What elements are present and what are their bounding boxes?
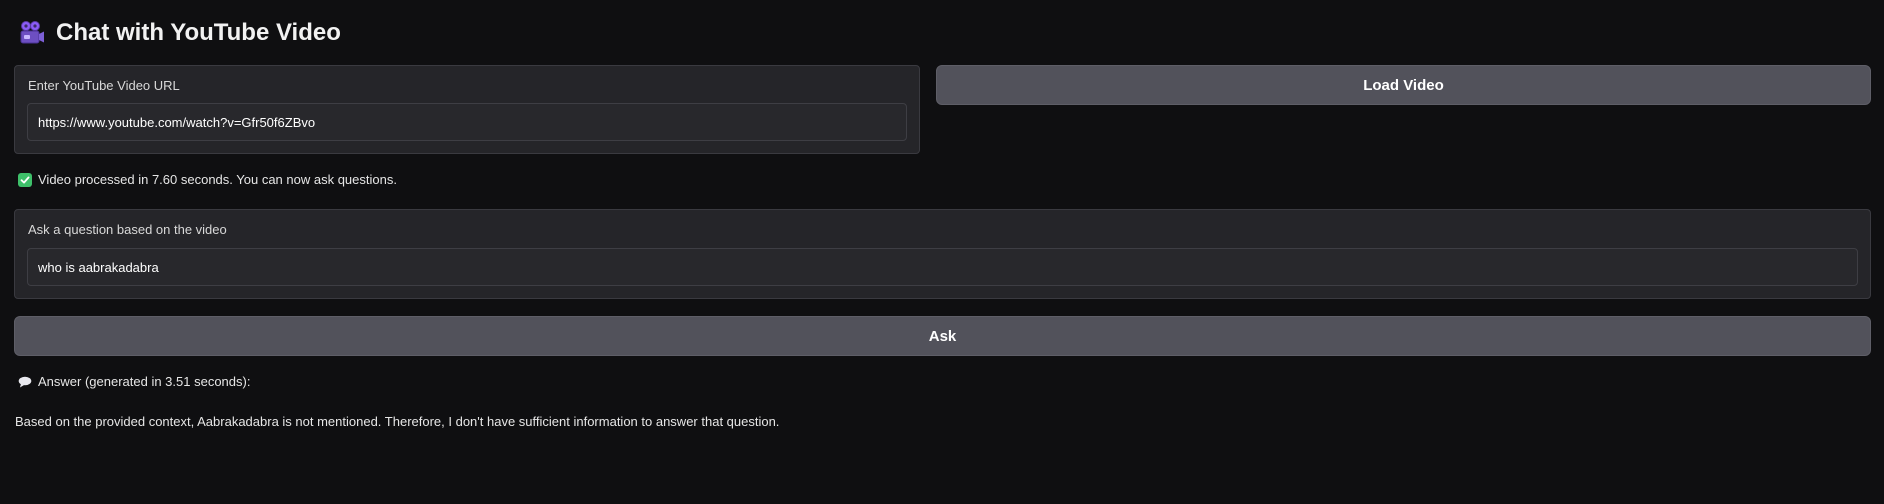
- page-header: Chat with YouTube Video: [18, 14, 341, 52]
- url-input[interactable]: [27, 103, 907, 141]
- movie-camera-icon: [18, 19, 46, 47]
- load-video-button[interactable]: Load Video: [936, 65, 1871, 105]
- page-title: Chat with YouTube Video: [56, 19, 341, 46]
- status-message: Video processed in 7.60 seconds. You can…: [18, 172, 397, 187]
- question-label: Ask a question based on the video: [28, 222, 227, 237]
- question-input[interactable]: [27, 248, 1858, 286]
- status-text: Video processed in 7.60 seconds. You can…: [38, 172, 397, 187]
- url-panel: Enter YouTube Video URL: [14, 65, 920, 154]
- answer-heading: Answer (generated in 3.51 seconds):: [18, 374, 250, 389]
- speech-bubble-icon: [18, 376, 32, 388]
- question-panel: Ask a question based on the video: [14, 209, 1871, 299]
- ask-button[interactable]: Ask: [14, 316, 1871, 356]
- answer-heading-text: Answer (generated in 3.51 seconds):: [38, 374, 251, 389]
- url-label: Enter YouTube Video URL: [28, 78, 180, 93]
- app-root: Chat with YouTube Video Enter YouTube Vi…: [0, 0, 1884, 504]
- check-mark-icon: [18, 172, 32, 187]
- answer-text: Based on the provided context, Aabrakada…: [15, 414, 780, 429]
